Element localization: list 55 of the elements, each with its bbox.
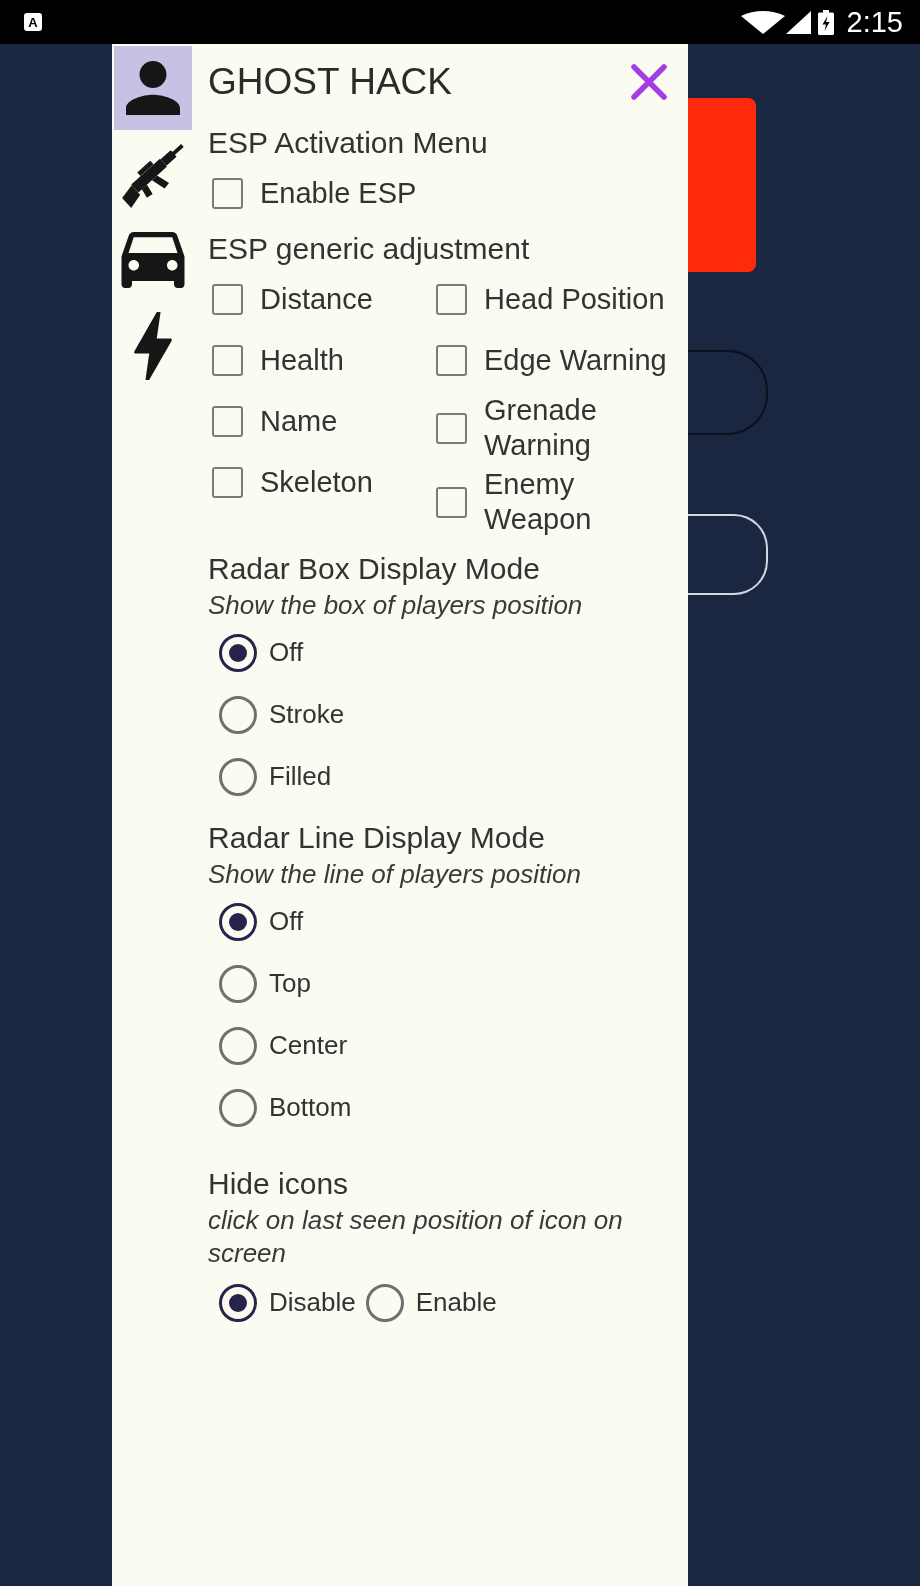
checkbox-label[interactable]: Health xyxy=(260,343,344,378)
radio-button[interactable] xyxy=(219,696,257,734)
radio-button[interactable] xyxy=(219,1027,257,1065)
person-icon xyxy=(126,61,180,115)
radio-button[interactable] xyxy=(219,903,257,941)
radio-label[interactable]: Bottom xyxy=(269,1092,352,1124)
checkbox[interactable] xyxy=(212,406,243,437)
checkbox-label[interactable]: Edge Warning xyxy=(484,343,667,378)
checkbox[interactable] xyxy=(436,345,467,376)
checkbox-label[interactable]: Name xyxy=(260,404,338,439)
checkbox-label[interactable]: Grenade Warning xyxy=(484,393,678,463)
sidebar-tab[interactable] xyxy=(114,46,192,130)
checkbox[interactable] xyxy=(436,486,467,518)
radio-label[interactable]: Disable xyxy=(269,1287,356,1319)
signal-icon xyxy=(785,10,811,34)
checkbox[interactable] xyxy=(212,178,243,209)
radio-label[interactable]: Off xyxy=(269,906,304,938)
radio-label[interactable]: Enable xyxy=(415,1287,497,1319)
radio-label[interactable]: Center xyxy=(269,1030,348,1062)
radio-label[interactable]: Off xyxy=(269,637,304,669)
radio-button[interactable] xyxy=(219,1284,257,1322)
radio-button[interactable] xyxy=(365,1284,404,1322)
section-heading: ESP Activation Menu xyxy=(208,125,489,161)
checkbox-label[interactable]: Skeleton xyxy=(260,465,373,500)
menu-title: GHOST HACK xyxy=(208,59,452,104)
checkbox[interactable] xyxy=(436,412,467,444)
section-heading: Hide icons xyxy=(208,1166,350,1202)
section-description: click on last seen position of icon on screen xyxy=(208,1204,624,1270)
battery-charging-icon xyxy=(817,9,834,35)
checkbox[interactable] xyxy=(436,284,467,315)
radio-label[interactable]: Top xyxy=(269,968,311,1000)
app-notification-badge: A xyxy=(24,13,42,31)
wifi-icon xyxy=(740,10,785,34)
checkbox-label[interactable]: Enemy Weapon xyxy=(484,467,678,537)
radio-button[interactable] xyxy=(219,1089,257,1127)
radio-button[interactable] xyxy=(219,965,257,1003)
checkbox[interactable] xyxy=(212,345,243,376)
radio-label[interactable]: Filled xyxy=(269,761,332,793)
section-heading: Radar Line Display Mode xyxy=(208,820,546,856)
close-icon[interactable] xyxy=(631,64,667,100)
section-description: Show the box of players position xyxy=(208,589,584,622)
radio-button[interactable] xyxy=(219,634,257,672)
checkbox[interactable] xyxy=(212,467,243,498)
status-time: 2:15 xyxy=(846,7,903,37)
section-heading: ESP generic adjustment xyxy=(208,231,531,267)
checkbox-label[interactable]: Head Position xyxy=(484,282,665,317)
section-description: Show the line of players position xyxy=(208,858,582,891)
checkbox-label[interactable]: Distance xyxy=(260,282,373,317)
radio-button[interactable] xyxy=(219,758,257,796)
radio-label[interactable]: Stroke xyxy=(269,699,345,731)
checkbox-label[interactable]: Enable ESP xyxy=(260,176,417,211)
checkbox[interactable] xyxy=(212,284,243,315)
lightning-icon xyxy=(134,312,172,380)
car-icon xyxy=(120,232,186,288)
section-heading: Radar Box Display Mode xyxy=(208,551,541,587)
